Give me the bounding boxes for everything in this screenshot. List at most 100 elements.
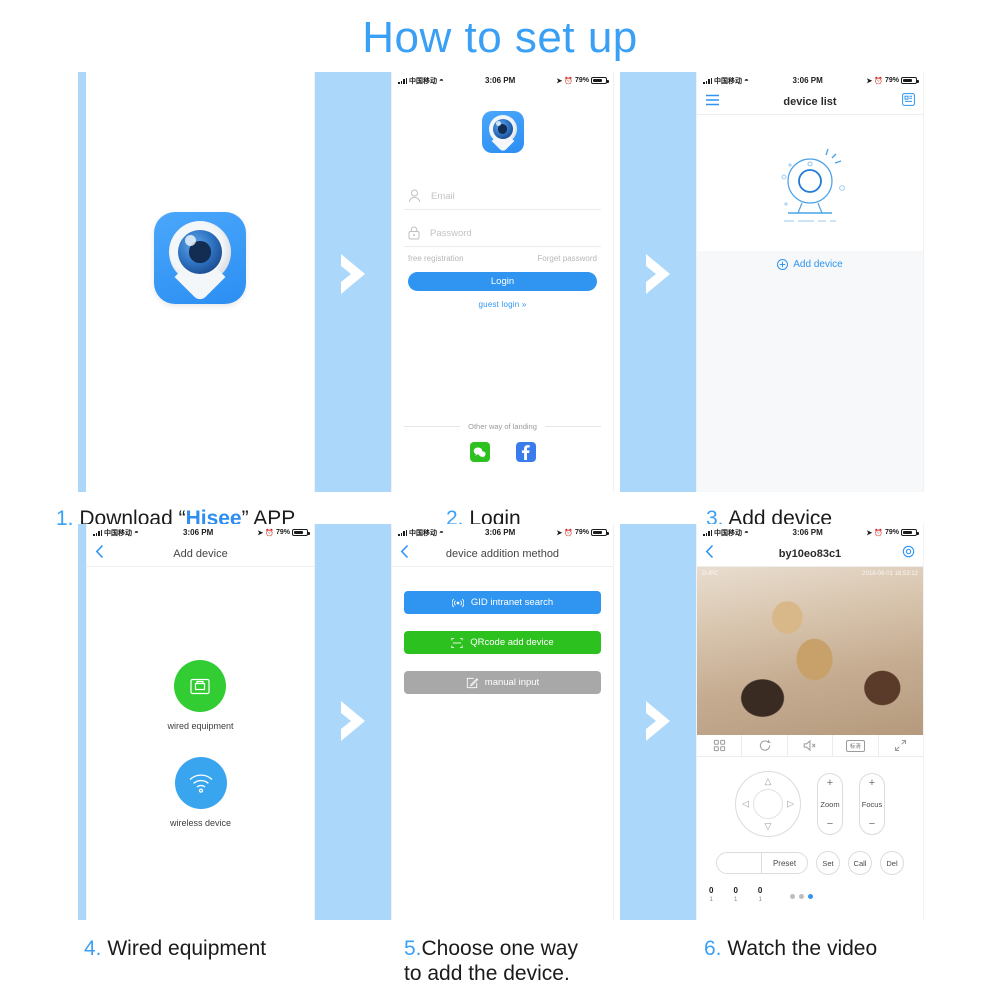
page-dot-active[interactable] bbox=[808, 894, 814, 899]
preset-label: Preset bbox=[761, 853, 807, 873]
wifi-icon: ◓ bbox=[134, 527, 139, 537]
status-time: 3:06 PM bbox=[485, 528, 516, 537]
hisee-app-icon[interactable] bbox=[154, 212, 246, 304]
manual-input-button[interactable]: manual input bbox=[404, 671, 601, 694]
rotate-refresh-icon[interactable] bbox=[742, 735, 788, 756]
preset-controls: Preset Set Call Del bbox=[697, 851, 923, 875]
accent-band-left-2 bbox=[78, 524, 86, 920]
battery-percent: 79% bbox=[574, 529, 589, 536]
dpad-down-icon[interactable]: ▽ bbox=[765, 822, 772, 831]
nav-bar: device list bbox=[697, 89, 923, 115]
zoom-stepper[interactable]: + Zoom − bbox=[817, 773, 843, 835]
quad-view-icon[interactable] bbox=[697, 735, 743, 756]
focus-plus-icon[interactable]: + bbox=[869, 778, 875, 789]
gid-intranet-search-button[interactable]: GID intranet search bbox=[404, 591, 601, 614]
hamburger-menu-icon[interactable] bbox=[705, 93, 720, 111]
panel-add-device: 中国移动 ◓ 3:06 PM ➤ ⏰ 79% Add device wired … bbox=[86, 524, 315, 920]
battery-icon bbox=[292, 529, 310, 536]
page-dot[interactable] bbox=[790, 894, 796, 899]
dpad-right-icon[interactable]: ▷ bbox=[787, 799, 794, 809]
battery-percent: 79% bbox=[884, 529, 899, 536]
live-video-frame[interactable]: D-IPC 2018-08-01 16:53:12 bbox=[697, 567, 923, 735]
counter-top: 0 bbox=[733, 886, 738, 895]
zoom-plus-icon[interactable]: + bbox=[827, 778, 833, 789]
alarm-icon: ⏰ bbox=[874, 77, 883, 85]
counter-top: 0 bbox=[757, 886, 763, 895]
qrcode-add-device-button[interactable]: QRcode add device bbox=[404, 631, 601, 654]
nav-bar: Add device bbox=[87, 541, 314, 567]
battery-percent: 79% bbox=[574, 77, 589, 84]
add-device-button[interactable]: Add device bbox=[697, 259, 923, 270]
login-button[interactable]: Login bbox=[408, 272, 597, 291]
direction-pad-icon[interactable]: △ ▽ ◁ ▷ bbox=[735, 771, 801, 837]
wifi-icon: ◓ bbox=[744, 75, 749, 85]
fullscreen-expand-icon[interactable] bbox=[879, 735, 923, 756]
choice-wired-equipment[interactable]: wired equipment bbox=[167, 659, 234, 731]
steps-grid: 中国移动 ◓ 3:06 PM ➤ ⏰ 79% Email Password fr… bbox=[0, 72, 1000, 985]
choice-label: wired equipment bbox=[167, 720, 234, 731]
counter-bottom: 1 bbox=[758, 895, 762, 903]
battery-icon bbox=[591, 77, 609, 84]
wifi-icon: ◓ bbox=[439, 75, 444, 85]
device-type-choices: wired equipment wireless device bbox=[87, 567, 314, 920]
accent-band-left bbox=[78, 72, 86, 492]
status-time: 3:06 PM bbox=[792, 528, 823, 537]
video-overlay-right: 2018-08-01 16:53:12 bbox=[862, 571, 918, 577]
pencil-square-icon bbox=[466, 677, 478, 688]
arrow-band-1 bbox=[315, 72, 391, 492]
button-label: QRcode add device bbox=[470, 637, 554, 648]
resolution-badge-icon[interactable]: 标清 bbox=[833, 735, 879, 756]
mute-speaker-icon[interactable] bbox=[788, 735, 834, 756]
counter-top: 0 bbox=[709, 886, 714, 895]
plus-circle-icon bbox=[777, 259, 789, 270]
battery-icon bbox=[901, 529, 919, 536]
signal-icon bbox=[398, 77, 407, 84]
ptz-controls: △ ▽ ◁ ▷ + Zoom − + Focus − bbox=[697, 771, 923, 837]
zoom-label: Zoom bbox=[820, 799, 840, 809]
page-dot[interactable] bbox=[799, 894, 805, 899]
wechat-icon[interactable] bbox=[469, 442, 490, 462]
del-button[interactable]: Del bbox=[880, 851, 904, 875]
page-dots[interactable] bbox=[790, 894, 814, 899]
signal-icon bbox=[703, 529, 712, 536]
battery-icon bbox=[901, 77, 919, 84]
focus-stepper[interactable]: + Focus − bbox=[859, 773, 885, 835]
set-button[interactable]: Set bbox=[816, 851, 840, 875]
preset-field[interactable]: Preset bbox=[716, 852, 808, 874]
alarm-icon: ⏰ bbox=[874, 529, 883, 537]
forget-password-link[interactable]: Forget password bbox=[537, 254, 597, 263]
email-field[interactable]: Email bbox=[404, 179, 601, 210]
lan-port-icon bbox=[174, 659, 227, 712]
facebook-icon[interactable] bbox=[515, 442, 536, 462]
video-toolbar: 标清 bbox=[697, 735, 923, 757]
status-time: 3:06 PM bbox=[792, 76, 823, 85]
back-chevron-icon[interactable] bbox=[95, 544, 104, 563]
focus-minus-icon[interactable]: − bbox=[869, 819, 875, 830]
guest-login-link[interactable]: guest login » bbox=[404, 300, 601, 309]
back-chevron-icon[interactable] bbox=[400, 544, 409, 563]
step-number: 5. bbox=[404, 936, 422, 960]
panel-device-list: 中国移动 ◓ 3:06 PM ➤ ⏰ 79% device list Add d… bbox=[696, 72, 924, 492]
webcam-illustration bbox=[781, 148, 845, 222]
video-overlay-left: D-IPC bbox=[702, 571, 719, 577]
back-chevron-icon[interactable] bbox=[705, 544, 714, 563]
nav-title: device addition method bbox=[445, 547, 560, 560]
dpad-left-icon[interactable]: ◁ bbox=[742, 799, 749, 809]
resolution-label: 标清 bbox=[845, 739, 865, 752]
signal-icon bbox=[398, 529, 407, 536]
carrier-label: 中国移动 bbox=[714, 77, 742, 85]
status-bar: 中国移动 ◓ 3:06 PM ➤ ⏰ 79% bbox=[87, 524, 314, 541]
zoom-minus-icon[interactable]: − bbox=[827, 819, 833, 830]
dpad-center[interactable] bbox=[753, 789, 783, 819]
dpad-up-icon[interactable]: △ bbox=[765, 777, 772, 786]
free-registration-link[interactable]: free registration bbox=[408, 254, 464, 263]
password-field[interactable]: Password bbox=[404, 216, 601, 247]
call-button[interactable]: Call bbox=[848, 851, 872, 875]
location-icon: ➤ bbox=[556, 529, 563, 537]
hisee-logo-icon bbox=[481, 111, 524, 153]
empty-state-card bbox=[697, 115, 923, 251]
gear-icon[interactable] bbox=[902, 545, 915, 563]
carrier-label: 中国移动 bbox=[104, 529, 132, 537]
qr-scan-icon[interactable] bbox=[902, 92, 915, 111]
choice-wireless-device[interactable]: wireless device bbox=[170, 756, 231, 828]
